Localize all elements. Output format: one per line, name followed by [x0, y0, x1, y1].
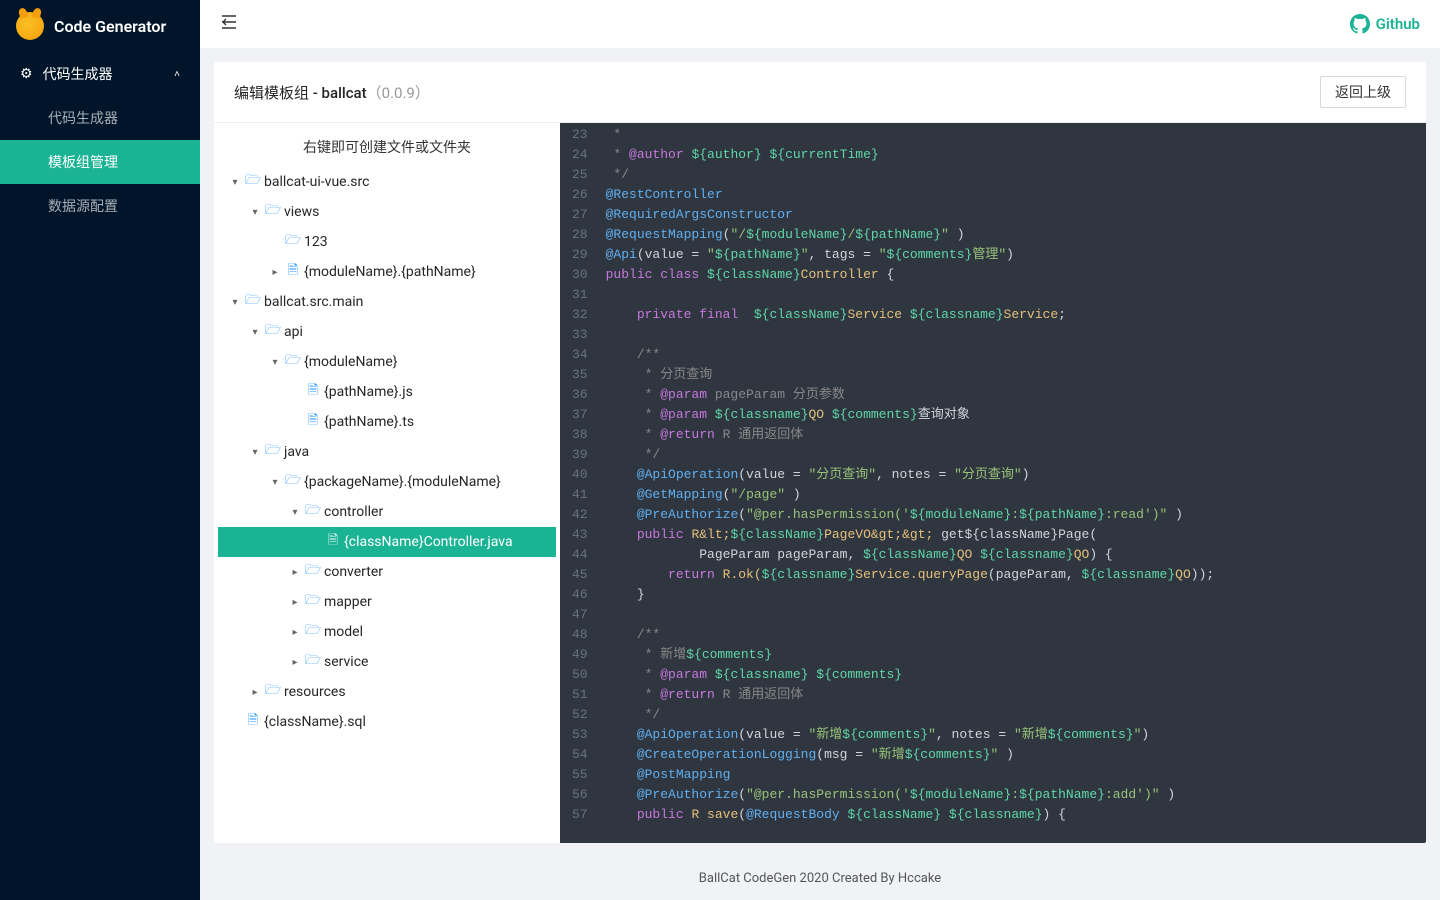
tree-label: java: [282, 444, 311, 460]
tree-node[interactable]: ▸🗁service: [218, 647, 556, 677]
chevron-down-icon: ▾: [246, 207, 264, 218]
tree-hint: 右键即可创建文件或文件夹: [218, 133, 556, 167]
sidebar-item-0[interactable]: 代码生成器: [0, 96, 200, 140]
chevron-right-icon: ▸: [286, 627, 304, 638]
chevron-down-icon: ▾: [286, 507, 304, 518]
tree-label: ballcat.src.main: [262, 294, 365, 310]
chevron-down-icon: ▾: [246, 327, 264, 338]
tree-node[interactable]: ▾🗁views: [218, 197, 556, 227]
chevron-right-icon: ▸: [246, 687, 264, 698]
tree-node[interactable]: ▾🗁ballcat-ui-vue.src: [218, 167, 556, 197]
menu-group-codegen[interactable]: ⚙ 代码生成器 ˄: [0, 52, 200, 96]
gear-icon: ⚙: [20, 66, 33, 82]
card-header: 编辑模板组 - ballcat（0.0.9） 返回上级: [214, 62, 1426, 123]
tree-label: {className}.sql: [262, 714, 368, 730]
tree-node[interactable]: 🗎{className}Controller.java: [218, 527, 556, 557]
folder-icon: 🗁: [304, 621, 322, 643]
folder-icon: 🗁: [264, 321, 282, 343]
tree-label: {className}Controller.java: [342, 534, 515, 550]
card: 编辑模板组 - ballcat（0.0.9） 返回上级 右键即可创建文件或文件夹…: [214, 62, 1426, 843]
topbar: Github: [200, 0, 1440, 48]
folder-icon: 🗁: [304, 591, 322, 613]
card-title: 编辑模板组 - ballcat（0.0.9）: [234, 82, 430, 103]
collapse-sidebar-button[interactable]: [220, 13, 238, 36]
tree-label: {pathName}.ts: [322, 414, 416, 430]
chevron-right-icon: ▸: [286, 657, 304, 668]
tree-node[interactable]: ▸🗁model: [218, 617, 556, 647]
brand-logo: Code Generator: [0, 0, 200, 52]
line-gutter: 2324252627282930313233343536373839404142…: [560, 123, 596, 843]
tree-node[interactable]: ▾🗁controller: [218, 497, 556, 527]
chevron-down-icon: ▾: [246, 447, 264, 458]
tree-node[interactable]: ▾🗁ballcat.src.main: [218, 287, 556, 317]
tree-node[interactable]: ▸🗁resources: [218, 677, 556, 707]
folder-icon: 🗁: [284, 471, 302, 493]
menu-fold-icon: [220, 13, 238, 31]
tree-label: 123: [302, 234, 330, 250]
back-button[interactable]: 返回上级: [1320, 76, 1406, 108]
tree-node[interactable]: 🗎{pathName}.ts: [218, 407, 556, 437]
tree-node[interactable]: ▾🗁api: [218, 317, 556, 347]
tree-label: api: [282, 324, 305, 340]
folder-icon: 🗁: [284, 351, 302, 373]
brand-text: Code Generator: [54, 17, 166, 36]
tree-node[interactable]: 🗎{pathName}.js: [218, 377, 556, 407]
folder-icon: 🗁: [264, 201, 282, 223]
sidebar-item-1[interactable]: 模板组管理: [0, 140, 200, 184]
tree-label: resources: [282, 684, 348, 700]
tree-node[interactable]: ▸🗎{moduleName}.{pathName}: [218, 257, 556, 287]
footer-text: BallCat CodeGen 2020 Created By Hccake: [200, 857, 1440, 900]
folder-icon: 🗁: [244, 291, 262, 313]
tree-label: {pathName}.js: [322, 384, 415, 400]
tree-label: service: [322, 654, 370, 670]
chevron-down-icon: ▾: [266, 357, 284, 368]
tree-node[interactable]: ▸🗁mapper: [218, 587, 556, 617]
tree-node[interactable]: ▸🗁converter: [218, 557, 556, 587]
file-icon: 🗎: [324, 531, 342, 553]
tree-node[interactable]: ▾🗁java: [218, 437, 556, 467]
tree-node[interactable]: ▾🗁{packageName}.{moduleName}: [218, 467, 556, 497]
tree-node[interactable]: ▾🗁{moduleName}: [218, 347, 556, 377]
tree-label: {moduleName}.{pathName}: [302, 264, 478, 280]
chevron-down-icon: ▾: [226, 297, 244, 308]
folder-icon: 🗁: [244, 171, 262, 193]
github-link[interactable]: Github: [1350, 14, 1420, 34]
folder-icon: 🗁: [284, 231, 302, 253]
chevron-down-icon: ▾: [226, 177, 244, 188]
code-editor[interactable]: 2324252627282930313233343536373839404142…: [560, 123, 1426, 843]
folder-icon: 🗁: [304, 651, 322, 673]
chevron-up-icon: ˄: [174, 69, 180, 80]
chevron-right-icon: ▸: [286, 597, 304, 608]
file-icon: 🗎: [244, 711, 262, 733]
tree-label: model: [322, 624, 365, 640]
folder-icon: 🗁: [264, 441, 282, 463]
tree-label: views: [282, 204, 321, 220]
file-tree[interactable]: 右键即可创建文件或文件夹 ▾🗁ballcat-ui-vue.src▾🗁views…: [214, 123, 560, 843]
tree-label: converter: [322, 564, 385, 580]
chevron-right-icon: ▸: [266, 267, 284, 278]
folder-icon: 🗁: [264, 681, 282, 703]
chevron-down-icon: ▾: [266, 477, 284, 488]
github-label: Github: [1376, 15, 1420, 33]
tree-label: {moduleName}: [302, 354, 399, 370]
code-content[interactable]: * * @author ${author} ${currentTime} */@…: [596, 123, 1426, 843]
file-icon: 🗎: [304, 381, 322, 403]
menu-group-label: 代码生成器: [43, 64, 113, 84]
folder-icon: 🗁: [304, 561, 322, 583]
sidebar: Code Generator ⚙ 代码生成器 ˄ 代码生成器模板组管理数据源配置: [0, 0, 200, 900]
tree-node[interactable]: 🗎{className}.sql: [218, 707, 556, 737]
github-icon: [1350, 14, 1370, 34]
tree-label: ballcat-ui-vue.src: [262, 174, 371, 190]
file-icon: 🗎: [284, 261, 302, 283]
sidebar-item-2[interactable]: 数据源配置: [0, 184, 200, 228]
file-icon: 🗎: [304, 411, 322, 433]
tree-label: controller: [322, 504, 385, 520]
cat-icon: [16, 12, 44, 40]
chevron-right-icon: ▸: [286, 567, 304, 578]
tree-label: {packageName}.{moduleName}: [302, 474, 503, 490]
tree-label: mapper: [322, 594, 374, 610]
tree-node[interactable]: 🗁123: [218, 227, 556, 257]
folder-icon: 🗁: [304, 501, 322, 523]
